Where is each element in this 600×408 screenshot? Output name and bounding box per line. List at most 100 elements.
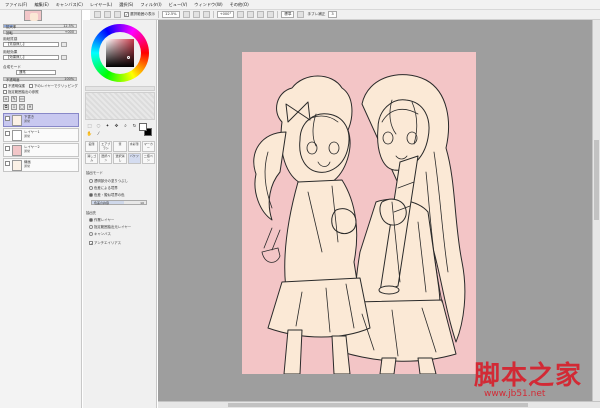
menu-canvas[interactable]: キャンバス(C) [56,2,83,8]
move-icon[interactable]: ✥ [113,124,120,130]
paper-effect-select[interactable]: 【効果無し】 [3,55,59,60]
scrollbar-thumb[interactable] [594,140,599,220]
copy-layer-icon[interactable]: ⧉ [3,104,9,110]
checkmark-icon[interactable]: ✓ [89,240,93,245]
merge-down-icon[interactable]: ⇩ [11,104,17,110]
zoom-out-button[interactable] [182,11,190,18]
layer-item[interactable]: 線画 通常 [3,158,79,172]
radio-button[interactable] [89,185,93,190]
rotate-right-button[interactable] [247,11,255,18]
menu-select[interactable]: 選択(S) [119,2,133,8]
flip-button[interactable] [267,11,275,18]
hand-icon[interactable]: ✋ [86,132,93,138]
line-art-illustration [253,74,466,374]
antialias-toggle[interactable]: ✓ アンチエイリアス [89,240,121,245]
target-option-canvas[interactable]: キャンバス [89,231,111,236]
saturation-value-square[interactable] [106,39,134,67]
mode-select[interactable]: 標準 [281,11,295,18]
clear-layer-icon[interactable]: ▢ [19,104,25,110]
swatch-panel[interactable] [85,92,155,120]
menu-other[interactable]: その他(O) [230,2,249,8]
new-vector-layer-icon[interactable]: ✎ [11,96,17,102]
stabilizer-select[interactable]: 3 [328,11,337,18]
radio-button-selected[interactable] [89,217,93,222]
color-swatch-fg-bg[interactable] [139,123,153,137]
brush-brush[interactable]: 筆 [113,141,127,152]
mode-button[interactable] [297,11,305,18]
brush-bucket[interactable]: バケツ [127,153,141,164]
opacity-slider[interactable]: 不透明度 100% [3,77,77,82]
zoom-tool-icon[interactable]: ⌕ [122,124,129,130]
rotate-reset-button[interactable] [257,11,265,18]
color-mixer-strip[interactable] [85,86,155,91]
radio-button-selected[interactable] [89,192,93,197]
target-option-source-layer[interactable]: 指定範囲抽出元レイヤー [89,224,131,229]
rotate-left-button[interactable] [237,11,245,18]
brush-airbrush[interactable]: エアブラシ [99,141,113,152]
fill-option-color-diff[interactable]: 色差による境界 [89,185,118,190]
drawing-canvas[interactable] [242,52,476,374]
paper-effect-strength[interactable] [61,55,67,60]
zoom-slider[interactable]: 拡大率 12.5% [3,24,77,29]
brush-selection-pen[interactable]: 選択ペン [99,153,113,164]
zoom-in-button[interactable] [192,11,200,18]
protect-alpha-toggle[interactable]: 不透明保護 下のレイヤーでクリッピング [3,83,78,88]
color-picker-marker[interactable] [127,56,130,59]
brush-eraser[interactable]: 消しゴム [85,153,99,164]
radio-button[interactable] [89,231,93,236]
vertical-scrollbar[interactable] [592,20,600,401]
select-rect-icon[interactable]: ⬚ [86,124,93,130]
brush-selection-eraser[interactable]: 選択消し [113,153,127,164]
new-layer-icon[interactable]: ▫ [3,96,9,102]
color-wheel[interactable] [91,24,149,82]
zoom-select[interactable]: 12.5% [162,11,180,18]
visibility-eye-icon[interactable] [5,146,10,151]
foreground-color[interactable] [139,123,147,131]
menu-filter[interactable]: フィルタ(I) [140,2,161,8]
visibility-eye-icon[interactable] [5,131,10,136]
rotate-tool-icon[interactable]: ↻ [131,124,138,130]
target-option-working-layer[interactable]: 作業レイヤー [89,217,114,222]
radio-button[interactable] [89,178,93,183]
fill-option-transparent[interactable]: 透明部分の塗りつぶし [89,178,128,183]
layer-item[interactable]: レイヤー2 通常 [3,143,79,157]
tolerance-slider[interactable]: 色差の許容 10 [91,200,147,205]
menu-layer[interactable]: レイヤー(L) [90,2,112,8]
menu-edit[interactable]: 編集(E) [34,2,48,8]
protect-alpha-checkbox[interactable] [3,83,7,88]
paper-texture-strength[interactable] [61,42,67,47]
brush-watercolor[interactable]: 水彩筆 [127,141,141,152]
canvas-workspace[interactable] [158,20,592,401]
delete-layer-icon[interactable]: ✕ [27,104,33,110]
brush-pencil[interactable]: 鉛筆 [85,141,99,152]
radio-button[interactable] [89,224,93,229]
menu-file[interactable]: ファイル(F) [5,2,27,8]
brush-binary-pen[interactable]: 二値ペン [141,153,155,164]
layer-item[interactable]: レイヤー1 通常 [3,128,79,142]
visibility-eye-icon[interactable] [5,161,10,166]
invert-selection-button[interactable] [104,11,111,18]
deselect-button[interactable] [94,11,101,18]
selection-source-toggle[interactable]: 指定範囲抽出の参照 [3,89,39,94]
magic-wand-icon[interactable]: ✦ [104,124,111,130]
navigator-thumbnail[interactable] [24,10,42,21]
show-selection-toggle[interactable]: ✓ 選択範囲の表示 [124,12,155,17]
brush-marker[interactable]: マーカー [141,141,155,152]
eyedropper-icon[interactable]: ⁄ [95,132,102,138]
new-folder-icon[interactable]: ▭ [19,96,25,102]
watermark-title: 脚本之家 [474,361,583,391]
select-all-button[interactable] [114,11,121,18]
menu-view[interactable]: ビュー(V) [169,2,188,8]
layer-item[interactable]: 下書き 通常 [3,113,79,127]
zoom-reset-button[interactable] [202,11,210,18]
lasso-icon[interactable]: ◌ [95,124,102,130]
angle-slider[interactable]: 回転 +000 [3,30,77,35]
fill-option-pseudo-border[interactable]: 色差・擬似境界の色 [89,192,125,197]
paper-texture-select[interactable]: 【質感無し】 [3,42,59,47]
blend-mode-select[interactable]: 通常 [16,70,56,75]
angle-select[interactable]: +000° [216,11,235,18]
clipping-checkbox[interactable] [28,83,33,88]
visibility-eye-icon[interactable] [5,116,10,121]
menu-window[interactable]: ウィンドウ(W) [194,2,222,8]
selection-source-checkbox[interactable] [3,89,7,94]
